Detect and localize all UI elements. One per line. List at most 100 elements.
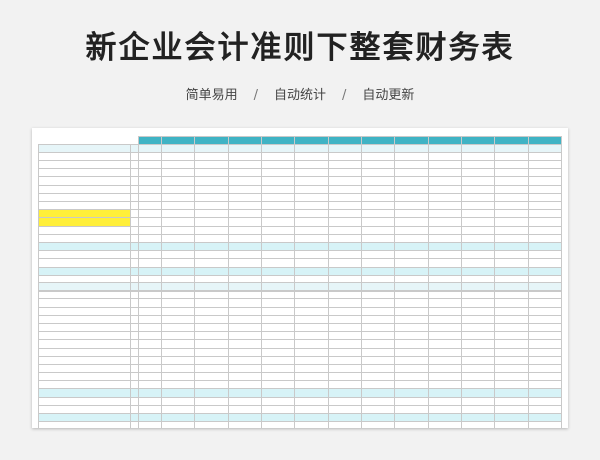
grid-cell xyxy=(427,412,462,423)
grid-cell xyxy=(194,192,229,203)
grid-cell xyxy=(37,281,132,292)
grid-cell xyxy=(37,396,132,406)
grid-cell xyxy=(527,266,563,276)
grid-cell xyxy=(360,184,396,194)
table-row xyxy=(37,290,563,300)
grid-cell xyxy=(460,160,496,170)
grid-cell xyxy=(494,314,529,324)
grid-cell xyxy=(460,176,496,186)
grid-cell xyxy=(130,331,139,341)
grid-cell xyxy=(427,151,462,162)
grid-cell xyxy=(130,225,139,235)
grid-cell xyxy=(137,290,163,300)
table-row xyxy=(37,339,563,349)
grid-cell xyxy=(294,306,329,316)
grid-cell xyxy=(194,412,229,423)
table-row xyxy=(37,331,563,341)
grid-cell xyxy=(294,176,329,186)
grid-cell xyxy=(460,225,496,235)
grid-cell xyxy=(161,184,196,194)
grid-cell xyxy=(39,137,131,145)
grid-cell xyxy=(37,363,132,374)
grid-cell xyxy=(460,322,496,333)
grid-cell xyxy=(427,388,462,398)
grid-cell xyxy=(294,331,329,341)
grid-cell xyxy=(460,298,496,308)
grid-cell xyxy=(494,258,529,268)
grid-cell xyxy=(261,217,296,227)
grid-cell xyxy=(161,233,196,243)
grid-cell xyxy=(327,184,363,194)
upper-grid xyxy=(37,136,563,293)
grid-cell xyxy=(227,184,263,194)
grid-cell xyxy=(227,176,263,186)
grid-cell xyxy=(227,322,263,333)
grid-cell xyxy=(37,250,132,260)
grid-cell xyxy=(137,217,163,227)
grid-cell xyxy=(494,200,529,211)
grid-cell xyxy=(360,258,396,268)
grid-cell xyxy=(261,396,296,406)
grid-cell xyxy=(527,290,563,300)
grid-cell xyxy=(494,388,529,398)
grid-cell xyxy=(130,347,139,357)
grid-cell xyxy=(261,136,296,145)
grid-cell xyxy=(137,151,163,162)
grid-cell xyxy=(261,233,296,243)
grid-cell xyxy=(494,225,529,235)
grid-cell xyxy=(37,233,132,243)
grid-cell xyxy=(460,136,496,145)
grid-cell xyxy=(427,241,462,252)
grid-cell xyxy=(137,421,163,428)
grid-cell xyxy=(130,421,139,428)
grid-cell xyxy=(130,176,139,186)
grid-cell xyxy=(137,298,163,308)
grid-cell xyxy=(130,192,139,203)
grid-cell xyxy=(37,322,132,333)
grid-cell xyxy=(460,192,496,203)
table-row xyxy=(37,184,563,194)
grid-cell xyxy=(394,355,429,365)
grid-cell xyxy=(527,298,563,308)
table-row xyxy=(37,233,563,243)
grid-cell xyxy=(527,209,563,219)
grid-cell xyxy=(527,396,563,406)
grid-cell xyxy=(161,151,196,162)
grid-cell xyxy=(394,209,429,219)
grid-cell xyxy=(427,192,462,203)
grid-cell xyxy=(460,200,496,211)
grid-cell xyxy=(194,225,229,235)
grid-cell xyxy=(494,331,529,341)
grid-cell xyxy=(360,380,396,390)
grid-cell xyxy=(137,281,163,292)
grid-cell xyxy=(161,281,196,292)
grid-cell xyxy=(427,217,462,227)
grid-cell xyxy=(37,151,132,162)
grid-cell xyxy=(360,250,396,260)
grid-cell xyxy=(37,306,132,316)
grid-cell xyxy=(294,388,329,398)
grid-cell xyxy=(194,355,229,365)
grid-cell xyxy=(227,380,263,390)
grid-cell xyxy=(427,143,462,153)
grid-cell xyxy=(294,184,329,194)
grid-cell xyxy=(527,151,563,162)
grid-cell xyxy=(360,136,396,145)
grid-cell xyxy=(360,217,396,227)
grid-cell xyxy=(527,322,563,333)
grid-cell xyxy=(427,184,462,194)
grid-cell xyxy=(261,176,296,186)
grid-cell xyxy=(427,200,462,211)
grid-cell xyxy=(130,168,139,178)
grid-cell xyxy=(494,250,529,260)
table-row xyxy=(37,396,563,406)
grid-cell xyxy=(294,160,329,170)
grid-cell xyxy=(327,225,363,235)
grid-cell xyxy=(37,314,132,324)
grid-cell xyxy=(327,281,363,292)
grid-cell xyxy=(494,355,529,365)
grid-cell xyxy=(394,200,429,211)
grid-cell xyxy=(37,217,132,227)
grid-cell xyxy=(194,380,229,390)
grid-cell xyxy=(227,355,263,365)
